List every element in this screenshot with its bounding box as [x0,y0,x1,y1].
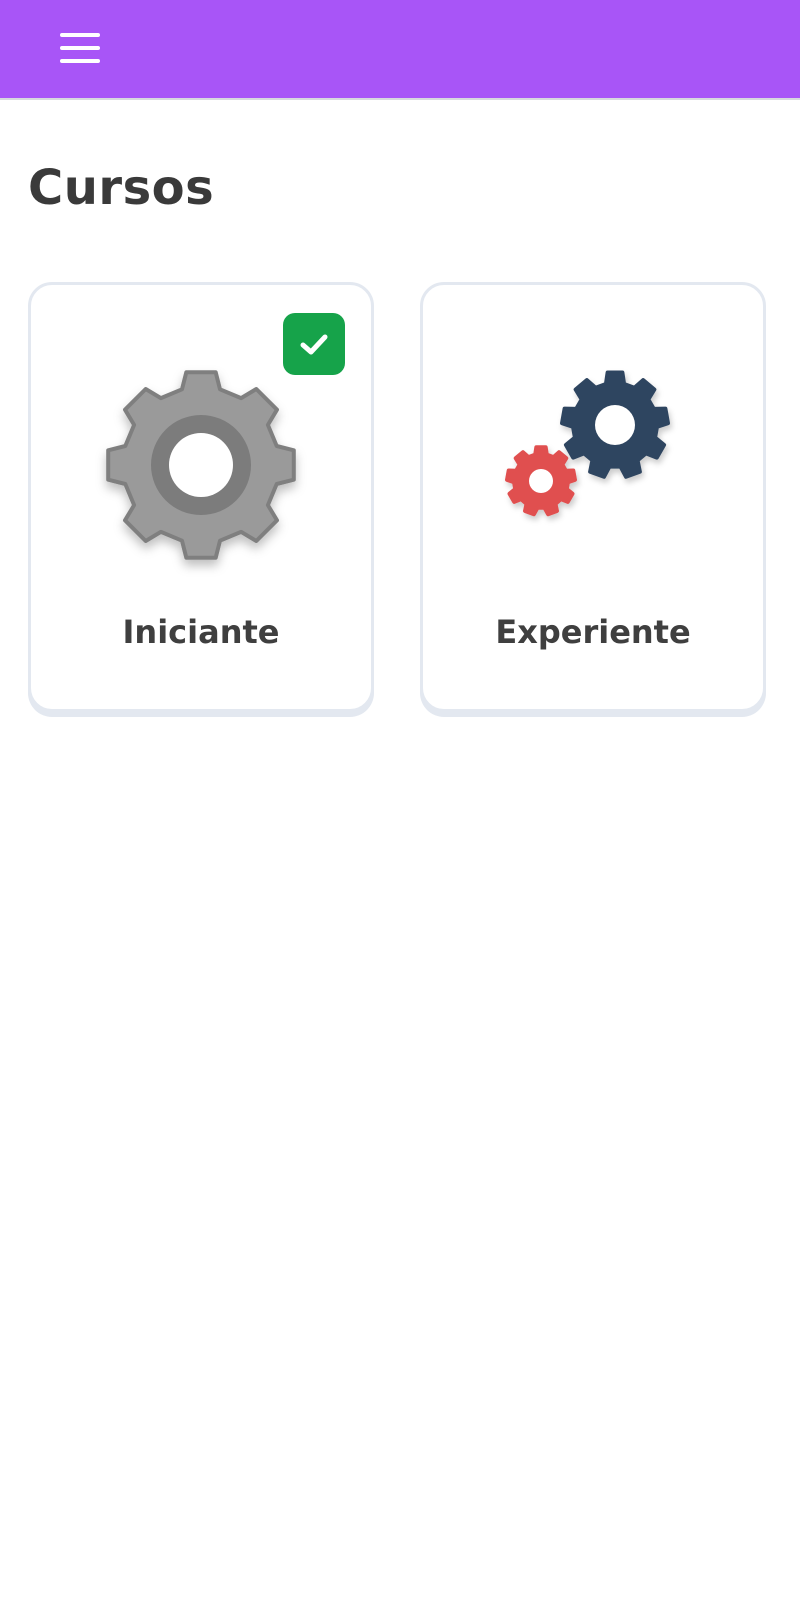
card-icon-container [423,365,763,585]
card-label: Iniciante [122,613,280,651]
check-icon [300,334,328,355]
card-label: Experiente [495,613,691,651]
gear-icon [106,370,296,560]
page-title: Cursos [28,160,215,216]
hamburger-menu-icon [60,33,100,63]
gears-icon [505,370,670,517]
course-card-iniciante[interactable]: Iniciante [28,282,374,712]
course-card-experiente[interactable]: Experiente [420,282,766,712]
card-icon-container [31,365,371,585]
menu-button[interactable] [44,20,116,76]
app-bar [0,0,800,100]
